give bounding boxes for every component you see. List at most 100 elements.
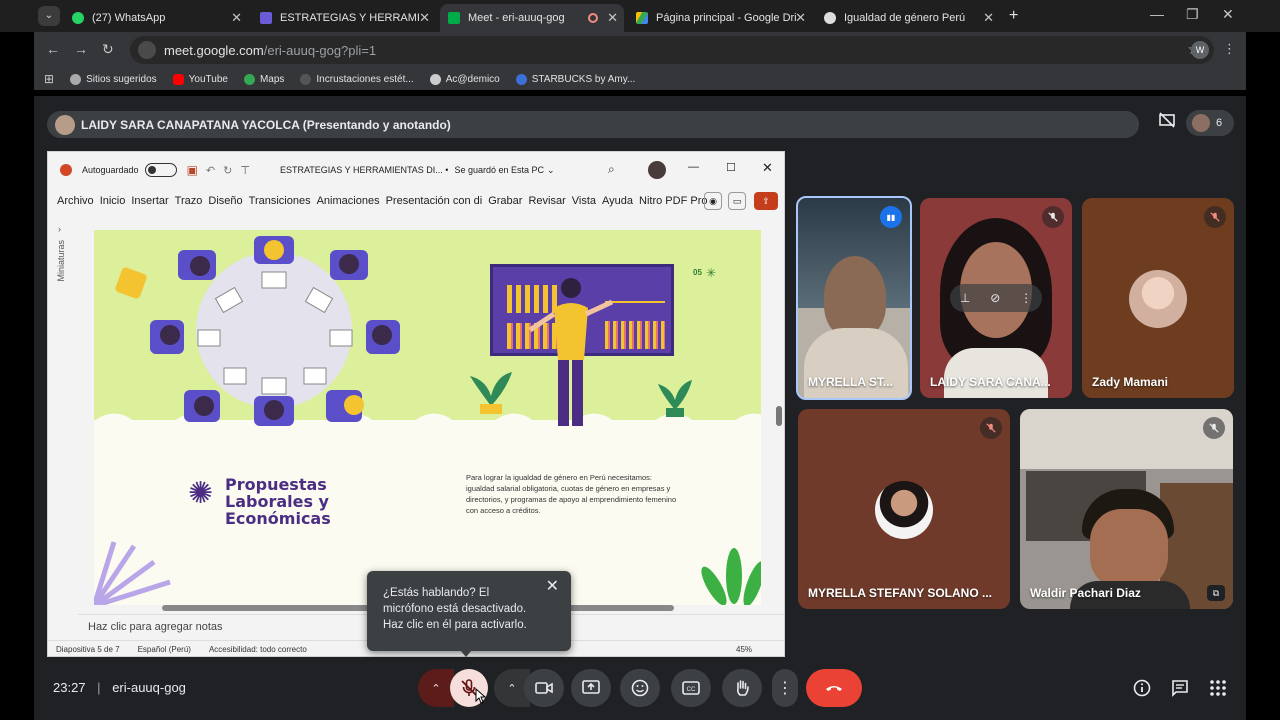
- menu-item[interactable]: Transiciones: [249, 195, 311, 207]
- menu-item[interactable]: Vista: [572, 195, 596, 207]
- close-icon[interactable]: ✕: [607, 10, 618, 26]
- tab-whatsapp[interactable]: (27) WhatsApp ✕: [64, 4, 248, 32]
- participant-tile[interactable]: ⧉ Waldir Pachari Diaz: [1020, 409, 1233, 609]
- address-bar[interactable]: meet.google.com/eri-auuq-gog?pli=1 ☆: [130, 36, 1214, 64]
- user-avatar[interactable]: [648, 161, 666, 179]
- chevron-up-icon: ⌃: [507, 682, 517, 695]
- mic-off-icon: [1204, 206, 1226, 228]
- language-status[interactable]: Español (Perú): [138, 645, 191, 654]
- menu-item[interactable]: Grabar: [488, 195, 522, 207]
- profile-avatar[interactable]: W: [1191, 41, 1209, 59]
- decor-green-leaves: [701, 548, 761, 605]
- accessibility-status[interactable]: Accesibilidad: todo correcto: [209, 645, 307, 654]
- menu-item[interactable]: Trazo: [175, 195, 203, 207]
- reactions-button[interactable]: [620, 669, 660, 707]
- autosave-toggle[interactable]: [144, 163, 177, 177]
- search-icon[interactable]: ⌕: [608, 162, 615, 177]
- bookmark-icon: [300, 73, 312, 85]
- maximize-icon[interactable]: ☐: [726, 161, 736, 174]
- leave-call-button[interactable]: [806, 669, 862, 707]
- minimize-icon[interactable]: —: [1150, 6, 1164, 22]
- undo-icon[interactable]: ↶: [206, 164, 215, 177]
- menu-item[interactable]: Diseño: [208, 195, 242, 207]
- zoom-level[interactable]: 45%: [736, 645, 752, 654]
- menu-item[interactable]: Presentación con di: [386, 195, 483, 207]
- menu-kebab-icon[interactable]: ⋮: [1223, 41, 1236, 57]
- hide-presentation-icon[interactable]: [1157, 110, 1177, 130]
- presenter-avatar: [55, 114, 75, 135]
- bookmark-label: STARBUCKS by Amy...: [531, 73, 636, 85]
- autosave-label: Autoguardado: [82, 165, 139, 175]
- bookmark-item[interactable]: Ac@demico: [429, 73, 500, 85]
- apps-grid-icon[interactable]: ⊞: [44, 72, 54, 86]
- close-window-icon[interactable]: ✕: [1222, 6, 1234, 23]
- close-icon[interactable]: ✕: [419, 10, 430, 26]
- close-icon[interactable]: ✕: [983, 10, 994, 26]
- mute-participant-icon[interactable]: ⊘: [990, 291, 1000, 305]
- close-icon[interactable]: ✕: [546, 579, 559, 595]
- participant-tile[interactable]: Zady Mamani: [1082, 198, 1234, 398]
- participant-video-face: [1090, 509, 1168, 589]
- participants-chip[interactable]: 6: [1186, 110, 1234, 136]
- menu-item[interactable]: Inicio: [100, 195, 126, 207]
- menu-item[interactable]: Ayuda: [602, 195, 633, 207]
- site-info-icon[interactable]: [138, 41, 156, 59]
- activities-icon[interactable]: [1208, 678, 1228, 698]
- bookmark-item[interactable]: Sitios sugeridos: [70, 73, 157, 85]
- slide-canvas[interactable]: 05 ✳ ✺ Propuestas Laborales y Económicas…: [94, 230, 761, 605]
- mic-options-button[interactable]: ⌃: [418, 669, 454, 707]
- record-icon[interactable]: ◉: [704, 192, 722, 210]
- bookmark-item[interactable]: Incrustaciones estét...: [300, 73, 414, 85]
- close-icon[interactable]: ✕: [795, 10, 806, 26]
- raise-hand-button[interactable]: [722, 669, 762, 707]
- back-icon[interactable]: ←: [46, 41, 60, 57]
- present-screen-button[interactable]: [571, 669, 611, 707]
- speaking-indicator-icon: ▮▮: [880, 206, 902, 228]
- meeting-details-icon[interactable]: [1132, 678, 1152, 698]
- share-icon[interactable]: ⇪: [754, 192, 778, 210]
- captions-button[interactable]: CC: [671, 669, 711, 707]
- ppt-vertical-scrollbar[interactable]: [775, 220, 783, 610]
- forward-icon[interactable]: →: [74, 41, 88, 57]
- tab-ppt[interactable]: ESTRATEGIAS Y HERRAMIENTAS ✕: [252, 4, 436, 32]
- present-icon[interactable]: ⊤: [240, 164, 250, 177]
- bookmark-item[interactable]: YouTube: [172, 73, 228, 85]
- participant-tile[interactable]: ▮▮ MYRELLA ST...: [796, 196, 912, 400]
- more-options-button[interactable]: ⋮: [772, 669, 798, 707]
- tab-chatgpt[interactable]: Igualdad de género Perú ✕: [816, 4, 1000, 32]
- tab-search-button[interactable]: ⌄: [38, 6, 60, 26]
- menu-item[interactable]: Revisar: [528, 195, 565, 207]
- minimize-icon[interactable]: —: [688, 161, 699, 173]
- pin-icon[interactable]: ⊥: [960, 291, 970, 305]
- menu-item[interactable]: Insertar: [131, 195, 168, 207]
- participant-tile[interactable]: ⊥ ⊘ ⋮ LAIDY SARA CANA...: [920, 198, 1072, 398]
- presenter-woman-illustration: [528, 278, 614, 426]
- participant-name: LAIDY SARA CANA...: [930, 375, 1051, 389]
- close-icon[interactable]: ✕: [762, 160, 773, 176]
- participant-tile[interactable]: MYRELLA STEFANY SOLANO ...: [798, 409, 1010, 609]
- more-options-icon[interactable]: ⋮: [1020, 291, 1032, 305]
- chat-icon[interactable]: [1170, 678, 1190, 698]
- camera-toggle-button[interactable]: [524, 669, 564, 707]
- chevron-right-icon[interactable]: ›: [58, 224, 61, 234]
- comments-icon[interactable]: ▭: [728, 192, 746, 210]
- reload-icon[interactable]: ↻: [102, 41, 114, 58]
- redo-icon[interactable]: ↻: [223, 164, 232, 177]
- thumbnails-pane[interactable]: › Miniaturas: [52, 220, 74, 610]
- menu-item[interactable]: Animaciones: [317, 195, 380, 207]
- new-tab-icon[interactable]: +: [1009, 7, 1018, 25]
- tab-meet[interactable]: Meet - eri-auuq-gog ✕: [440, 4, 624, 32]
- saved-status[interactable]: Se guardó en Esta PC: [454, 165, 544, 175]
- pip-icon[interactable]: ⧉: [1207, 585, 1225, 601]
- save-icon[interactable]: ▣: [187, 163, 198, 177]
- bookmark-item[interactable]: Maps: [243, 73, 284, 85]
- menu-item[interactable]: Nitro PDF Pro: [639, 195, 707, 207]
- globe-icon: [429, 73, 441, 85]
- sparkle-icon: ✳: [706, 266, 717, 280]
- tab-label: Igualdad de género Perú: [844, 12, 966, 24]
- maximize-icon[interactable]: ❐: [1186, 6, 1199, 23]
- tab-drive[interactable]: Página principal - Google Drive ✕: [628, 4, 812, 32]
- close-icon[interactable]: ✕: [231, 10, 242, 26]
- bookmark-item[interactable]: STARBUCKS by Amy...: [515, 73, 636, 85]
- menu-item[interactable]: Archivo: [57, 195, 94, 207]
